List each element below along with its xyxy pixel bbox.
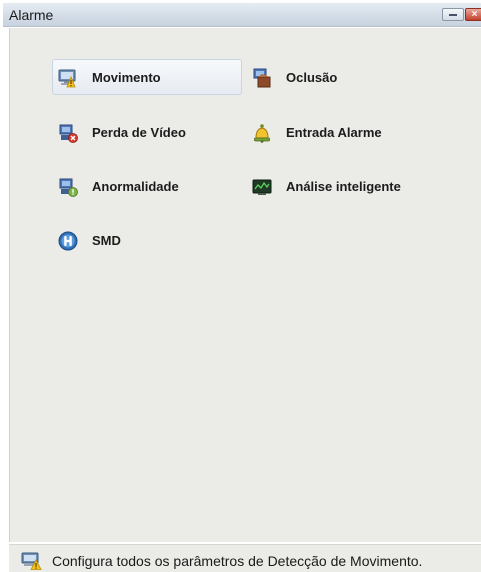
menu-item-oclusao[interactable]: Oclusão xyxy=(246,59,446,95)
menu-item-label: Perda de Vídeo xyxy=(92,125,186,140)
menu-item-smd[interactable]: SMD xyxy=(52,222,242,258)
alarm-menu-panel: Movimento Oclusão Perda de Vídeo Entrada… xyxy=(9,28,481,542)
video-loss-icon xyxy=(59,124,78,143)
alarm-window: Alarme × Movimento Oclusão Perda de Víde… xyxy=(0,0,481,572)
menu-item-perda-de-video[interactable]: Perda de Vídeo xyxy=(52,114,242,150)
abnormality-icon xyxy=(59,178,78,197)
menu-item-label: Anormalidade xyxy=(92,179,179,194)
menu-item-label: Análise inteligente xyxy=(286,179,401,194)
intelligent-analysis-icon xyxy=(252,179,272,195)
minimize-button[interactable] xyxy=(442,8,464,21)
menu-item-label: SMD xyxy=(92,233,121,248)
menu-item-entrada-alarme[interactable]: Entrada Alarme xyxy=(246,114,446,150)
smd-icon xyxy=(58,231,78,251)
title-bar[interactable]: Alarme × xyxy=(3,3,481,27)
menu-item-movimento[interactable]: Movimento xyxy=(52,59,242,95)
motion-detection-icon xyxy=(58,69,76,88)
menu-item-label: Oclusão xyxy=(286,70,338,85)
menu-item-anormalidade[interactable]: Anormalidade xyxy=(52,168,242,204)
menu-item-analise-inteligente[interactable]: Análise inteligente xyxy=(246,168,446,204)
menu-item-label: Movimento xyxy=(92,70,161,85)
close-button[interactable]: × xyxy=(465,8,481,21)
status-bar: Configura todos os parâmetros de Detecçã… xyxy=(9,544,481,572)
occlusion-icon xyxy=(253,68,271,88)
close-icon: × xyxy=(471,9,478,20)
status-text: Configura todos os parâmetros de Detecçã… xyxy=(52,553,423,569)
window-title: Alarme xyxy=(9,7,54,23)
alarm-input-icon xyxy=(254,124,270,143)
motion-detection-icon xyxy=(21,552,42,570)
menu-item-label: Entrada Alarme xyxy=(286,125,382,140)
minimize-icon xyxy=(449,14,457,16)
